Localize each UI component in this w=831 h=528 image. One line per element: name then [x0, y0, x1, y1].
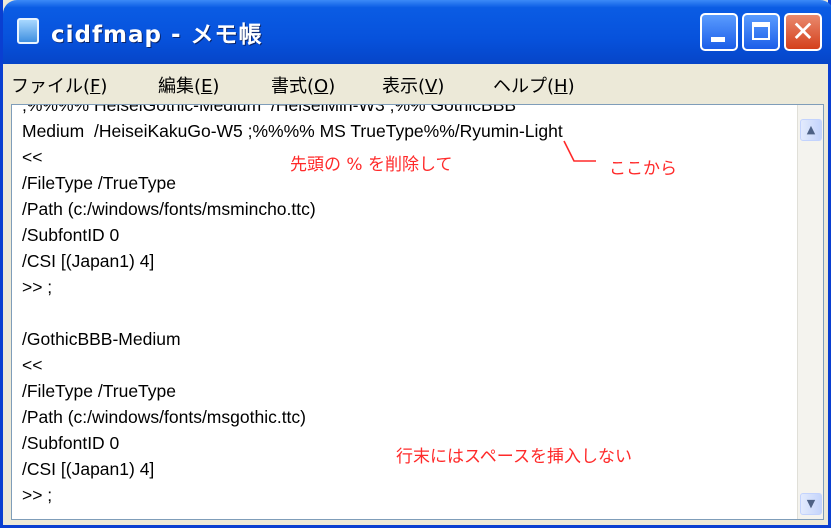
vertical-scrollbar[interactable]: ▲ ▼	[797, 105, 823, 519]
menu-format-tail: )	[328, 76, 336, 97]
menu-view-label: 表示(	[382, 76, 426, 97]
annotation-from-here: ここから	[609, 159, 677, 179]
text-content[interactable]: ;%%%% HeiseiGothic-Medium /HeiseiMin-W3 …	[12, 105, 797, 519]
menu-view[interactable]: 表示(V)	[382, 72, 444, 98]
text-line: /Path (c:/windows/fonts/msmincho.ttc)	[22, 199, 316, 219]
notepad-app-icon[interactable]	[17, 18, 39, 44]
annotation-arrow-icon	[563, 140, 596, 162]
menu-edit-label: 編集(	[158, 76, 202, 97]
text-editor[interactable]: ;%%%% HeiseiGothic-Medium /HeiseiMin-W3 …	[11, 104, 824, 520]
text-line: <<	[22, 355, 43, 375]
menu-view-tail: )	[437, 76, 445, 97]
menu-view-mnemonic: V	[425, 76, 438, 97]
menu-format[interactable]: 書式(O)	[271, 72, 335, 98]
minimize-button[interactable]	[700, 13, 738, 51]
menu-help-label: ヘルプ(	[493, 76, 555, 97]
scroll-down-arrow-icon: ▼	[806, 497, 816, 510]
menu-file[interactable]: ファイル(F)	[11, 72, 107, 98]
minimize-icon	[711, 37, 725, 42]
text-line: Medium /HeiseiKakuGo-W5 ;%%%% MS TrueTyp…	[22, 121, 563, 141]
text-line: /CSI [(Japan1) 4]	[22, 251, 155, 271]
menu-help-mnemonic: H	[554, 76, 568, 97]
menu-help-tail: )	[567, 76, 575, 97]
text-line: >> ;	[22, 485, 53, 505]
text-line: /FileType /TrueType	[22, 173, 176, 193]
window-title: cidfmap - メモ帳	[51, 22, 263, 48]
scroll-down-button[interactable]: ▼	[800, 493, 822, 515]
maximize-button[interactable]	[742, 13, 780, 51]
close-button[interactable]: ✕	[784, 13, 822, 51]
scroll-up-arrow-icon: ▲	[806, 123, 816, 136]
text-line: /GothicBBB-Medium	[22, 329, 181, 349]
text-line: /FileType /TrueType	[22, 381, 176, 401]
menu-file-label: ファイル(	[11, 76, 91, 97]
annotation-no-trailing-space: 行末にはスペースを挿入しない	[396, 447, 632, 467]
text-line: <<	[22, 147, 43, 167]
menu-edit-tail: )	[212, 76, 220, 97]
text-line: /Path (c:/windows/fonts/msgothic.ttc)	[22, 407, 306, 427]
menu-help[interactable]: ヘルプ(H)	[493, 72, 575, 98]
annotation-remove-percent: 先頭の % を削除して	[290, 155, 453, 175]
text-line: /SubfontID 0	[22, 433, 120, 453]
text-line: ;%%%% HeiseiGothic-Medium /HeiseiMin-W3 …	[22, 105, 517, 115]
menu-format-label: 書式(	[271, 76, 315, 97]
scroll-up-button[interactable]: ▲	[800, 119, 822, 141]
text-line: /CSI [(Japan1) 4]	[22, 459, 155, 479]
menu-format-mnemonic: O	[314, 76, 329, 97]
text-line: >> ;	[22, 277, 53, 297]
text-line: /SubfontID 0	[22, 225, 120, 245]
menu-file-mnemonic: F	[90, 76, 101, 97]
menu-edit-mnemonic: E	[201, 76, 213, 97]
menu-edit[interactable]: 編集(E)	[158, 72, 219, 98]
menu-bar: ファイル(F) 編集(E) 書式(O) 表示(V) ヘルプ(H)	[3, 64, 828, 104]
maximize-icon	[752, 22, 770, 40]
close-icon: ✕	[791, 15, 815, 48]
notepad-window: cidfmap - メモ帳 ✕ ファイル(F) 編集(E) 書式(O) 表示(V…	[0, 0, 831, 528]
title-bar[interactable]: cidfmap - メモ帳 ✕	[3, 0, 831, 64]
menu-file-tail: )	[100, 76, 108, 97]
